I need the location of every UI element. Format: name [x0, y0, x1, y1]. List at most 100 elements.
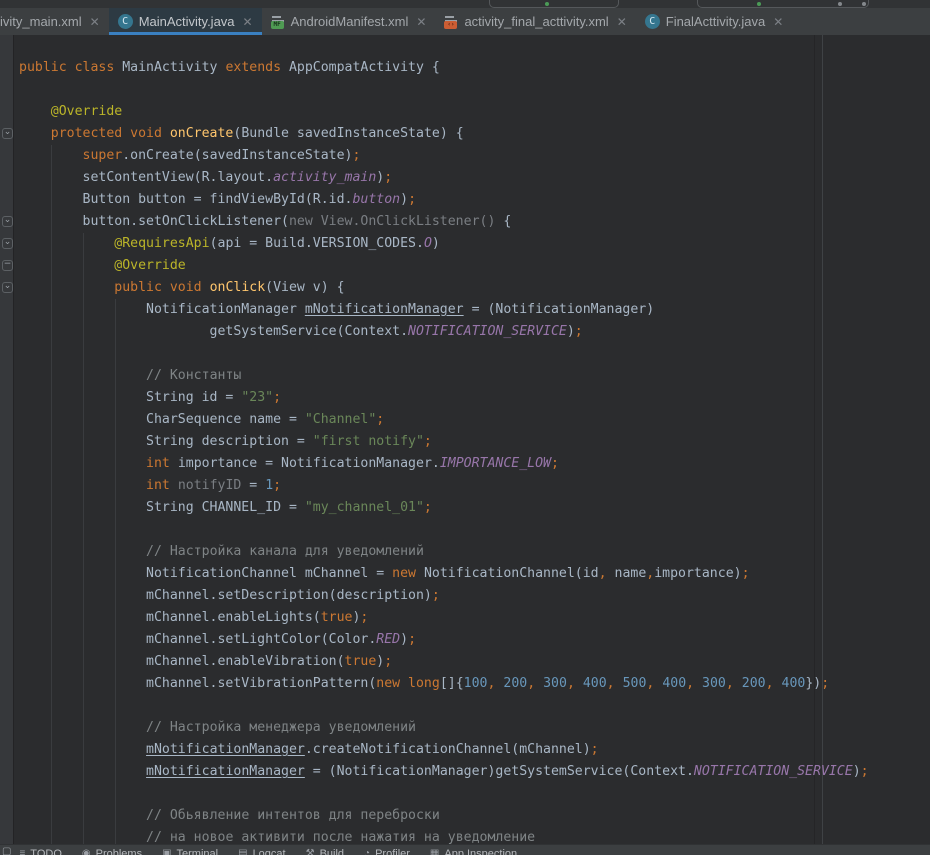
tab-androidmanifest-xml[interactable]: MFAndroidManifest.xml✕ [262, 8, 436, 35]
code-token: ; [273, 390, 281, 405]
code-line[interactable]: mChannel.setLightColor(Color.RED); [19, 629, 869, 651]
code-token: importance) [654, 566, 741, 581]
code-token: mNotificationManager [146, 764, 305, 779]
code-line[interactable] [19, 343, 869, 365]
code-token: mChannel.enableLights( [19, 610, 321, 625]
fold-marker-icon[interactable]: ⌄ [2, 282, 13, 293]
code-line[interactable]: mChannel.enableVibration(true); [19, 651, 869, 673]
code-token: int [146, 456, 170, 471]
code-line[interactable]: Button button = findViewById(R.id.button… [19, 189, 869, 211]
code-token: NOTIFICATION_SERVICE [694, 764, 853, 779]
code-token: 200 [742, 676, 766, 691]
code-token: , [599, 566, 607, 581]
file-icon-badge: ‹› [444, 21, 457, 29]
code-line[interactable]: int importance = NotificationManager.IMP… [19, 453, 869, 475]
code-line[interactable]: @Override [19, 255, 869, 277]
tab-close-icon[interactable]: ✕ [773, 16, 783, 28]
bottom-bar-item-profiler[interactable]: ◔Profiler [364, 848, 410, 855]
run-status-dot [757, 2, 761, 6]
editor-gutter[interactable] [0, 35, 14, 845]
manifest-file-icon: MF [271, 15, 285, 29]
code-token: name [607, 566, 647, 581]
bottom-bar-item-logcat[interactable]: ▤Logcat [238, 848, 285, 855]
code-line[interactable]: NotificationManager mNotificationManager… [19, 299, 869, 321]
code-token [734, 676, 742, 691]
code-token: String description = [19, 434, 313, 449]
fold-marker-icon[interactable]: ⌄ [2, 238, 13, 249]
code-token: Button button = findViewById(R.id. [19, 192, 352, 207]
code-token: ; [360, 610, 368, 625]
bottom-bar-item-terminal[interactable]: ▣Terminal [162, 848, 218, 855]
fold-marker-icon[interactable]: − [2, 260, 13, 271]
code-line[interactable]: CharSequence name = "Channel"; [19, 409, 869, 431]
tab-close-icon[interactable]: ✕ [617, 16, 627, 28]
code-token: "first notify" [313, 434, 424, 449]
code-token [19, 280, 114, 295]
bottom-bar-item-build[interactable]: ⚒Build [306, 848, 344, 855]
code-token: mChannel.setVibrationPattern( [19, 676, 376, 691]
code-line[interactable] [19, 783, 869, 805]
tab-activity-final-acttivity-xml[interactable]: ‹›activity_final_acttivity.xml✕ [435, 8, 635, 35]
code-token [19, 830, 146, 845]
code-token: public class [19, 60, 122, 75]
code-token [19, 104, 51, 119]
java-class-icon: C [118, 14, 133, 29]
tab-close-icon[interactable]: ✕ [90, 16, 100, 28]
editor[interactable]: public class MainActivity extends AppCom… [0, 35, 930, 845]
code-line[interactable]: String description = "first notify"; [19, 431, 869, 453]
bottom-bar-item-problems[interactable]: ◉Problems [82, 848, 142, 855]
code-line[interactable]: super.onCreate(savedInstanceState); [19, 145, 869, 167]
bottom-bar-item-app-inspection[interactable]: ▦App Inspection [430, 848, 517, 855]
code-token: NOTIFICATION_SERVICE [408, 324, 567, 339]
tab-finalacttivity-java[interactable]: CFinalActtivity.java✕ [636, 8, 793, 35]
tab-activity-main-xml[interactable]: ivity_main.xml✕ [0, 8, 109, 35]
code-token: 200 [503, 676, 527, 691]
code-line[interactable]: mChannel.enableLights(true); [19, 607, 869, 629]
fold-marker-icon[interactable]: ⌄ [2, 216, 13, 227]
code-line[interactable]: String CHANNEL_ID = "my_channel_01"; [19, 497, 869, 519]
fold-marker-icon[interactable]: ⌄ [2, 128, 13, 139]
code-token [19, 258, 114, 273]
code-line[interactable]: // Настройка менеджера уведомлений [19, 717, 869, 739]
code-line[interactable]: public class MainActivity extends AppCom… [19, 57, 869, 79]
toolbar-widget-outline [489, 0, 619, 8]
code-area[interactable]: public class MainActivity extends AppCom… [19, 57, 869, 845]
code-line[interactable]: protected void onCreate(Bundle savedInst… [19, 123, 869, 145]
code-line[interactable]: @RequiresApi(api = Build.VERSION_CODES.O… [19, 233, 869, 255]
code-line[interactable]: NotificationChannel mChannel = new Notif… [19, 563, 869, 585]
code-line[interactable] [19, 695, 869, 717]
code-line[interactable]: // Константы [19, 365, 869, 387]
code-token [19, 148, 83, 163]
code-line[interactable]: getSystemService(Context.NOTIFICATION_SE… [19, 321, 869, 343]
code-line[interactable]: mNotificationManager.createNotificationC… [19, 739, 869, 761]
code-token: 1 [265, 478, 273, 493]
code-token: "my_channel_01" [305, 500, 424, 515]
code-token [170, 478, 178, 493]
code-token: ) [432, 236, 440, 251]
code-line[interactable] [19, 79, 869, 101]
tab-mainactivity-java[interactable]: CMainActivity.java✕ [109, 8, 262, 35]
window-toggle-icon[interactable]: ▢ [2, 847, 11, 855]
code-line[interactable]: // на новое активити после нажатия на ув… [19, 827, 869, 845]
code-token: 400 [662, 676, 686, 691]
tab-close-icon[interactable]: ✕ [243, 16, 253, 28]
code-token: , [686, 676, 694, 691]
bottom-bar-item-todo[interactable]: ≡TODO [19, 848, 61, 855]
code-token: NotificationManager [19, 302, 305, 317]
code-line[interactable]: // Обьявление интентов для переброски [19, 805, 869, 827]
code-line[interactable]: String id = "23"; [19, 387, 869, 409]
code-token: ; [352, 148, 360, 163]
code-line[interactable] [19, 519, 869, 541]
code-line[interactable]: // Настройка канала для уведомлений [19, 541, 869, 563]
code-line[interactable]: mNotificationManager = (NotificationMana… [19, 761, 869, 783]
code-line[interactable]: public void onClick(View v) { [19, 277, 869, 299]
code-line[interactable]: setContentView(R.layout.activity_main); [19, 167, 869, 189]
code-line[interactable]: int notifyID = 1; [19, 475, 869, 497]
code-token: importance = NotificationManager. [170, 456, 440, 471]
code-line[interactable]: mChannel.setVibrationPattern(new long[]{… [19, 673, 869, 695]
code-line[interactable]: @Override [19, 101, 869, 123]
code-token: 500 [623, 676, 647, 691]
tab-close-icon[interactable]: ✕ [416, 16, 426, 28]
code-line[interactable]: mChannel.setDescription(description); [19, 585, 869, 607]
code-line[interactable]: button.setOnClickListener(new View.OnCli… [19, 211, 869, 233]
